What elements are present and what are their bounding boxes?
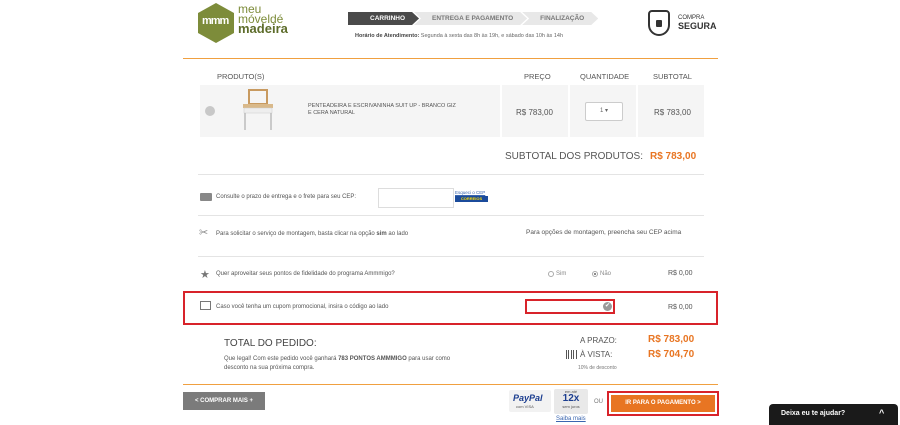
buy-more-button[interactable]: < COMPRAR MAIS +: [183, 392, 265, 410]
loyalty-no-label[interactable]: Não: [600, 271, 611, 277]
header-product: PRODUTO(S): [217, 72, 265, 81]
coupon-icon: [200, 301, 211, 310]
shipping-text: Consulte o prazo de entrega e o frete pa…: [216, 194, 357, 200]
top-divider: [183, 58, 718, 59]
help-label: Deixa eu te ajudar?: [781, 410, 846, 417]
header-price: PREÇO: [524, 72, 551, 81]
header-quantity: QUANTIDADE: [580, 72, 630, 81]
check-icon[interactable]: ✔: [603, 302, 612, 311]
header-subtotal: SUBTOTAL: [653, 72, 692, 81]
barcode-icon: [566, 350, 578, 360]
star-icon: ★: [200, 269, 210, 281]
cell-separator: [500, 85, 502, 137]
cash-label: À VISTA:: [566, 350, 613, 360]
logo-mark[interactable]: mmm: [198, 3, 234, 43]
installment-value: R$ 783,00: [648, 334, 695, 345]
paypal-sub: com VISA: [516, 404, 534, 409]
learn-more-link[interactable]: Saiba mais: [556, 416, 586, 422]
coupon-input[interactable]: [525, 299, 615, 314]
tools-icon: ✂: [199, 227, 209, 239]
subtotal-products-label: SUBTOTAL DOS PRODUTOS:: [505, 151, 643, 162]
logo[interactable]: meu móveldé madeira: [238, 3, 288, 36]
correios-logo: CORREIOS: [455, 196, 488, 202]
chevron-up-icon: ^: [879, 408, 885, 418]
forgot-cep-link[interactable]: Esqueci o CEP: [455, 190, 485, 195]
lock-shield-icon: [648, 10, 670, 36]
assembly-text-before: Para solicitar o serviço de montagem, ba…: [216, 231, 377, 237]
product-name[interactable]: PENTEADEIRA E ESCRIVANINHA SUIT UP - BRA…: [308, 103, 458, 117]
step-cart: CARRINHO: [348, 12, 419, 25]
total-note-points: 783 PONTOS AMMMIGO: [338, 356, 407, 362]
pay-highlight: IR PARA O PAGAMENTO >: [607, 391, 719, 416]
total-note-before: Que legal! Com este pedido você ganhará: [224, 356, 339, 362]
assembly-text-after: ao lado: [386, 231, 409, 237]
logo-mark-text: mmm: [202, 15, 229, 27]
service-hours-label: Horário de Atendimento:: [355, 33, 420, 39]
product-price: R$ 783,00: [516, 108, 553, 117]
step-finalization: FINALIZAÇÃO: [522, 12, 598, 25]
loyalty-yes-radio[interactable]: [548, 271, 554, 277]
installments-badge: em até 12x sem juros: [554, 389, 588, 414]
or-text: OU: [594, 399, 603, 405]
remove-item-icon[interactable]: [205, 106, 215, 116]
quantity-value: 1: [599, 108, 604, 114]
quantity-select[interactable]: 1 ▾: [585, 102, 623, 121]
truck-icon: [200, 193, 212, 201]
installments-count: 12x: [562, 393, 580, 404]
bottom-divider: [183, 384, 718, 385]
coupon-value: R$ 0,00: [668, 304, 693, 311]
checkout-steps: CARRINHO ENTREGA E PAGAMENTO FINALIZAÇÃO: [348, 12, 593, 25]
loyalty-text: Quer aproveitar seus pontos de fidelidad…: [216, 271, 395, 277]
total-label: TOTAL DO PEDIDO:: [224, 338, 317, 349]
assembly-note: Para opções de montagem, preencha seu CE…: [526, 229, 682, 236]
cash-value: R$ 704,70: [648, 349, 695, 360]
paypal-text: PayPal: [513, 393, 543, 403]
coupon-text: Caso você tenha um cupom promocional, in…: [216, 304, 389, 310]
loyalty-yes-label[interactable]: Sim: [556, 271, 566, 277]
divider: [198, 256, 704, 257]
cash-discount: 10% de desconto: [578, 365, 617, 371]
go-to-payment-button[interactable]: IR PARA O PAGAMENTO >: [611, 395, 715, 412]
subtotal-products-value: R$ 783,00: [650, 151, 697, 162]
assembly-text-bold: sim: [376, 231, 387, 237]
cell-separator: [636, 85, 638, 137]
logo-line3: madeira: [238, 21, 288, 36]
product-image[interactable]: [240, 88, 276, 132]
cell-separator: [568, 85, 570, 137]
loyalty-value: R$ 0,00: [668, 270, 693, 277]
secure-line2: SEGURA: [678, 21, 717, 31]
paypal-logo[interactable]: PayPal com VISA: [509, 390, 551, 412]
total-note: Que legal! Com este pedido você ganhará …: [224, 355, 454, 373]
service-hours-text: Segunda à sexta das 8h às 19h, e sábado …: [419, 33, 564, 39]
product-subtotal: R$ 783,00: [654, 108, 691, 117]
cep-input[interactable]: [378, 188, 454, 208]
divider: [198, 174, 704, 175]
cash-label-text: À VISTA:: [580, 350, 613, 359]
loyalty-no-radio[interactable]: [592, 271, 598, 277]
help-chat-widget[interactable]: Deixa eu te ajudar? ^: [769, 404, 898, 425]
divider: [198, 215, 704, 216]
secure-purchase-badge: COMPRA SEGURA: [678, 14, 717, 31]
chevron-down-icon: ▾: [605, 108, 609, 114]
service-hours: Horário de Atendimento: Segunda à sexta …: [355, 33, 563, 39]
step-delivery-payment: ENTREGA E PAGAMENTO: [414, 12, 527, 25]
assembly-text: Para solicitar o serviço de montagem, ba…: [216, 231, 408, 237]
installment-label: A PRAZO:: [580, 336, 617, 345]
installments-bottom: sem juros: [562, 404, 580, 409]
